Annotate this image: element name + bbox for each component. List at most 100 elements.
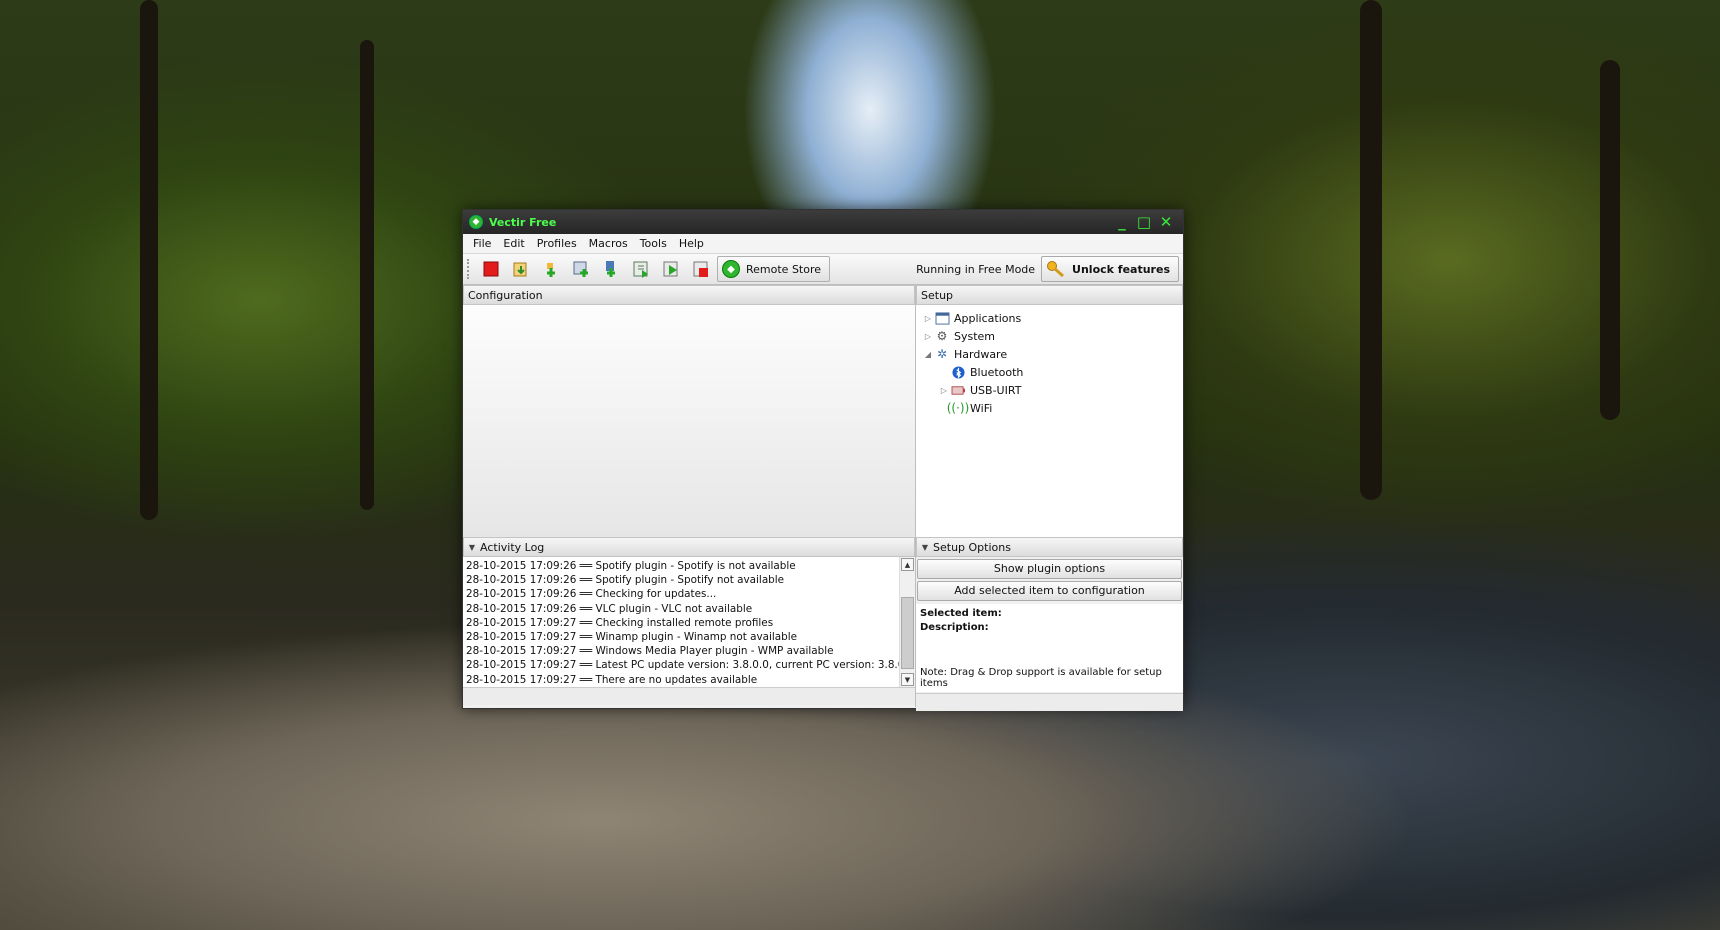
menu-help[interactable]: Help xyxy=(673,234,710,254)
usb-icon xyxy=(950,383,966,397)
bluetooth-icon xyxy=(950,365,966,379)
minimize-button[interactable]: _ xyxy=(1111,212,1133,232)
remote-store-button[interactable]: ◆ Remote Store xyxy=(717,256,831,282)
log-footer xyxy=(463,687,915,705)
background-tree xyxy=(1600,60,1620,420)
tree-item-label: System xyxy=(954,329,996,343)
remote-store-label: Remote Store xyxy=(746,262,822,276)
add-profile-icon xyxy=(547,263,555,277)
tree-item-wifi[interactable]: ((·)) WiFi xyxy=(916,399,1183,417)
remote-store-icon: ◆ xyxy=(722,260,740,278)
add-device-icon xyxy=(606,261,615,277)
log-line: 28-10-2015 17:09:27 ══ Winamp plugin - W… xyxy=(466,630,797,643)
vectir-window: ◆ Vectir Free _ □ ✕ File Edit Profiles M… xyxy=(462,209,1184,711)
toolbar: ◆ Remote Store Running in Free Mode Unlo… xyxy=(463,254,1183,285)
tree-item-label: WiFi xyxy=(970,401,993,415)
expand-arrow-icon[interactable]: ▷ xyxy=(922,314,934,323)
add-profile-button[interactable] xyxy=(537,256,565,282)
configuration-pane: Configuration xyxy=(463,285,916,537)
stop-icon xyxy=(483,261,499,277)
tree-item-hardware[interactable]: ◢ ✲ Hardware xyxy=(916,345,1183,363)
menu-profiles[interactable]: Profiles xyxy=(531,234,583,254)
collapse-arrow-icon[interactable]: ◢ xyxy=(922,350,934,359)
expand-arrow-icon[interactable]: ▷ xyxy=(922,332,934,341)
gear-icon: ⚙ xyxy=(936,329,948,343)
play-button[interactable] xyxy=(657,256,685,282)
toolbar-grip[interactable] xyxy=(467,259,471,279)
play-icon xyxy=(663,261,678,277)
setup-options-header[interactable]: ▼ Setup Options xyxy=(916,537,1183,557)
tree-item-label: USB-UIRT xyxy=(970,383,1022,397)
log-line: 28-10-2015 17:09:27 ══ Latest PC update … xyxy=(466,659,899,672)
import-profile-button[interactable] xyxy=(507,256,535,282)
setup-options-title: Setup Options xyxy=(933,540,1011,554)
selected-item-info: Selected item: Description: Note: Drag &… xyxy=(916,604,1183,692)
unlock-features-button[interactable]: Unlock features xyxy=(1041,256,1179,282)
applications-icon xyxy=(934,311,950,325)
unlock-features-label: Unlock features xyxy=(1072,262,1170,276)
add-remote-button[interactable] xyxy=(567,256,595,282)
activity-log-pane: ▼ Activity Log 28-10-2015 17:09:26 ══ Sp… xyxy=(463,537,916,707)
key-icon xyxy=(1047,261,1065,278)
activity-log-header[interactable]: ▼ Activity Log xyxy=(463,537,915,557)
hardware-icon: ✲ xyxy=(936,347,948,361)
activity-log-list[interactable]: 28-10-2015 17:09:26 ══ Spotify plugin - … xyxy=(463,557,899,687)
tree-item-usb-uirt[interactable]: ▷ USB-UIRT xyxy=(916,381,1183,399)
collapse-arrow-icon[interactable]: ▼ xyxy=(464,543,480,552)
tree-item-bluetooth[interactable]: Bluetooth xyxy=(916,363,1183,381)
log-line: 28-10-2015 17:09:26 ══ Checking for upda… xyxy=(466,588,717,601)
upper-panes: Configuration Setup ▷ Applications ▷ ⚙ S… xyxy=(463,285,1183,537)
log-line: 28-10-2015 17:09:26 ══ Spotify plugin - … xyxy=(466,560,796,572)
tree-item-label: Bluetooth xyxy=(970,365,1024,379)
tree-item-applications[interactable]: ▷ Applications xyxy=(916,309,1183,327)
vectir-logo-icon: ◆ xyxy=(469,215,483,229)
options-footer xyxy=(916,693,1183,711)
background-tree xyxy=(140,0,158,520)
collapse-arrow-icon[interactable]: ▼ xyxy=(917,543,933,552)
tree-item-system[interactable]: ▷ ⚙ System xyxy=(916,327,1183,345)
maximize-button[interactable]: □ xyxy=(1133,212,1155,232)
log-line: 28-10-2015 17:09:27 ══ There are no upda… xyxy=(466,673,758,686)
add-to-configuration-button[interactable]: Add selected item to configuration xyxy=(917,581,1182,601)
stop-macro-button[interactable] xyxy=(687,256,715,282)
configuration-area[interactable] xyxy=(463,305,915,537)
setup-options-pane: ▼ Setup Options Show plugin options Add … xyxy=(916,537,1183,711)
log-scrollbar[interactable]: ▲ ▼ xyxy=(899,557,915,687)
configuration-header: Configuration xyxy=(463,285,915,305)
title-bar[interactable]: ◆ Vectir Free _ □ ✕ xyxy=(463,210,1183,234)
stop-button[interactable] xyxy=(477,256,505,282)
menu-edit[interactable]: Edit xyxy=(497,234,530,254)
drag-drop-note: Note: Drag & Drop support is available f… xyxy=(920,667,1162,689)
log-line: 28-10-2015 17:09:27 ══ Checking installe… xyxy=(466,616,774,629)
scroll-down-arrow-icon[interactable]: ▼ xyxy=(901,673,914,686)
activity-log-title: Activity Log xyxy=(480,540,545,554)
scroll-thumb[interactable] xyxy=(901,597,914,669)
scroll-up-arrow-icon[interactable]: ▲ xyxy=(901,558,914,571)
lower-panes: ▼ Activity Log 28-10-2015 17:09:26 ══ Sp… xyxy=(463,537,1183,711)
menu-macros[interactable]: Macros xyxy=(583,234,634,254)
description-label: Description: xyxy=(920,622,989,633)
run-macro-icon xyxy=(633,261,648,278)
setup-pane: Setup ▷ Applications ▷ ⚙ System ◢ ✲ Hard… xyxy=(916,285,1183,537)
menu-tools[interactable]: Tools xyxy=(634,234,673,254)
close-button[interactable]: ✕ xyxy=(1155,212,1177,232)
log-line: 28-10-2015 17:09:27 ══ Windows Media Pla… xyxy=(466,645,834,658)
stop-macro-icon xyxy=(693,261,708,277)
menu-file[interactable]: File xyxy=(467,234,497,254)
add-device-button[interactable] xyxy=(597,256,625,282)
log-line: 28-10-2015 17:09:26 ══ VLC plugin - VLC … xyxy=(466,602,753,615)
import-profile-icon xyxy=(513,262,527,277)
tree-item-label: Applications xyxy=(954,311,1022,325)
window-title: Vectir Free xyxy=(489,215,557,229)
mode-status-text: Running in Free Mode xyxy=(916,262,1036,276)
show-plugin-options-button[interactable]: Show plugin options xyxy=(917,559,1182,579)
setup-tree: ▷ Applications ▷ ⚙ System ◢ ✲ Hardware B… xyxy=(916,305,1183,537)
expand-arrow-icon[interactable]: ▷ xyxy=(938,386,950,395)
setup-header: Setup xyxy=(916,285,1183,305)
selected-item-label: Selected item: xyxy=(920,608,1002,619)
add-remote-icon xyxy=(573,261,588,277)
menu-bar: File Edit Profiles Macros Tools Help xyxy=(463,234,1183,254)
background-tree xyxy=(360,40,374,510)
activity-log-body: 28-10-2015 17:09:26 ══ Spotify plugin - … xyxy=(463,557,915,687)
run-macro-button[interactable] xyxy=(627,256,655,282)
